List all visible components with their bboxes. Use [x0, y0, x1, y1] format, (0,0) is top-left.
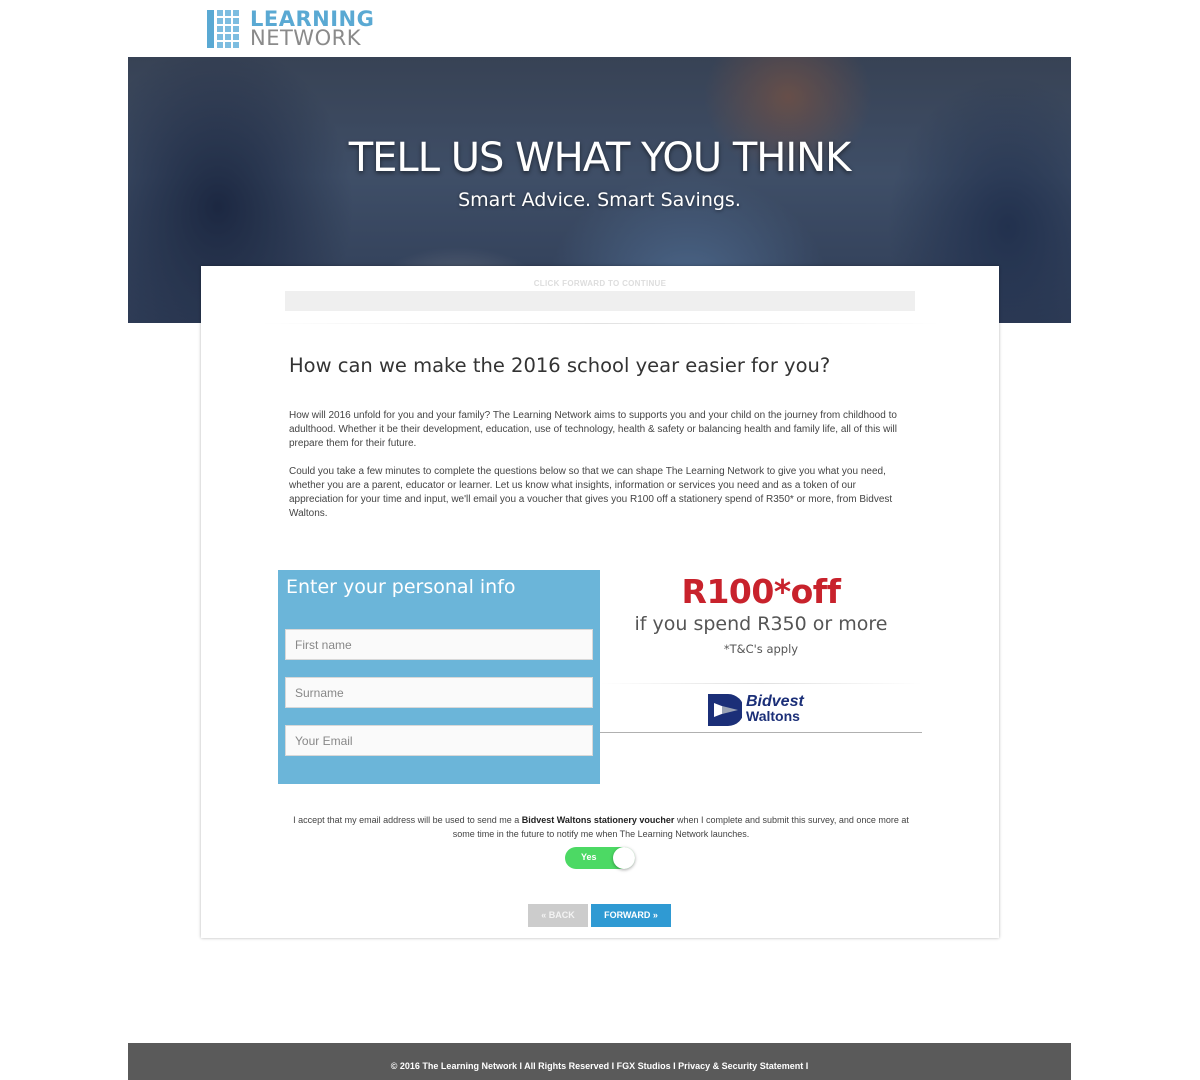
- bidvest-waltons-logo: Bidvest Waltons: [708, 692, 818, 728]
- intro-paragraph-1: How will 2016 unfold for you and your fa…: [289, 410, 897, 449]
- consent-toggle[interactable]: Yes: [565, 847, 635, 869]
- first-name-input[interactable]: [285, 629, 593, 660]
- site-logo[interactable]: LEARNING NETWORK: [207, 9, 374, 49]
- toggle-knob[interactable]: [613, 847, 635, 869]
- toggle-label: Yes: [581, 852, 597, 862]
- intro-paragraph-2: Could you take a few minutes to complete…: [289, 466, 893, 519]
- hero-title: TELL US WHAT YOU THINK: [348, 135, 852, 181]
- email-input[interactable]: [285, 725, 593, 756]
- hero-subtitle: Smart Advice. Smart Savings.: [458, 189, 741, 211]
- progress-label: CLICK FORWARD TO CONTINUE: [533, 279, 667, 288]
- voucher-divider: [600, 683, 922, 684]
- logo-text-network: NETWORK: [250, 26, 361, 50]
- voucher-amount: R100*off: [681, 572, 841, 611]
- learning-network-logo-icon: [207, 10, 245, 48]
- forward-button[interactable]: FORWARD »: [591, 904, 671, 927]
- surname-input[interactable]: [285, 677, 593, 708]
- voucher-terms: *T&C's apply: [723, 642, 799, 656]
- progress-bar: [285, 291, 915, 311]
- divider: [261, 323, 941, 324]
- bidvest-text: Bidvest: [746, 693, 804, 710]
- bidvest-logo-icon: [708, 694, 742, 726]
- consent-text: I accept that my email address will be u…: [293, 815, 909, 839]
- voucher-promo: R100*off if you spend R350 or more *T&C'…: [600, 570, 922, 734]
- voucher-bottom-rule: [600, 732, 922, 733]
- back-button[interactable]: « BACK: [528, 904, 588, 927]
- question-heading: How can we make the 2016 school year eas…: [289, 354, 831, 377]
- personal-info-title: Enter your personal info: [286, 576, 516, 598]
- footer: © 2016 The Learning Network I All Rights…: [128, 1043, 1071, 1080]
- consent-bold-text: Bidvest Waltons stationery voucher: [521, 815, 675, 825]
- waltons-text: Waltons: [746, 708, 800, 724]
- survey-card: CLICK FORWARD TO CONTINUE How can we mak…: [201, 266, 999, 938]
- personal-info-panel: Enter your personal info: [278, 570, 600, 784]
- voucher-condition: if you spend R350 or more: [634, 613, 888, 635]
- footer-text: © 2016 The Learning Network I All Rights…: [390, 1061, 809, 1071]
